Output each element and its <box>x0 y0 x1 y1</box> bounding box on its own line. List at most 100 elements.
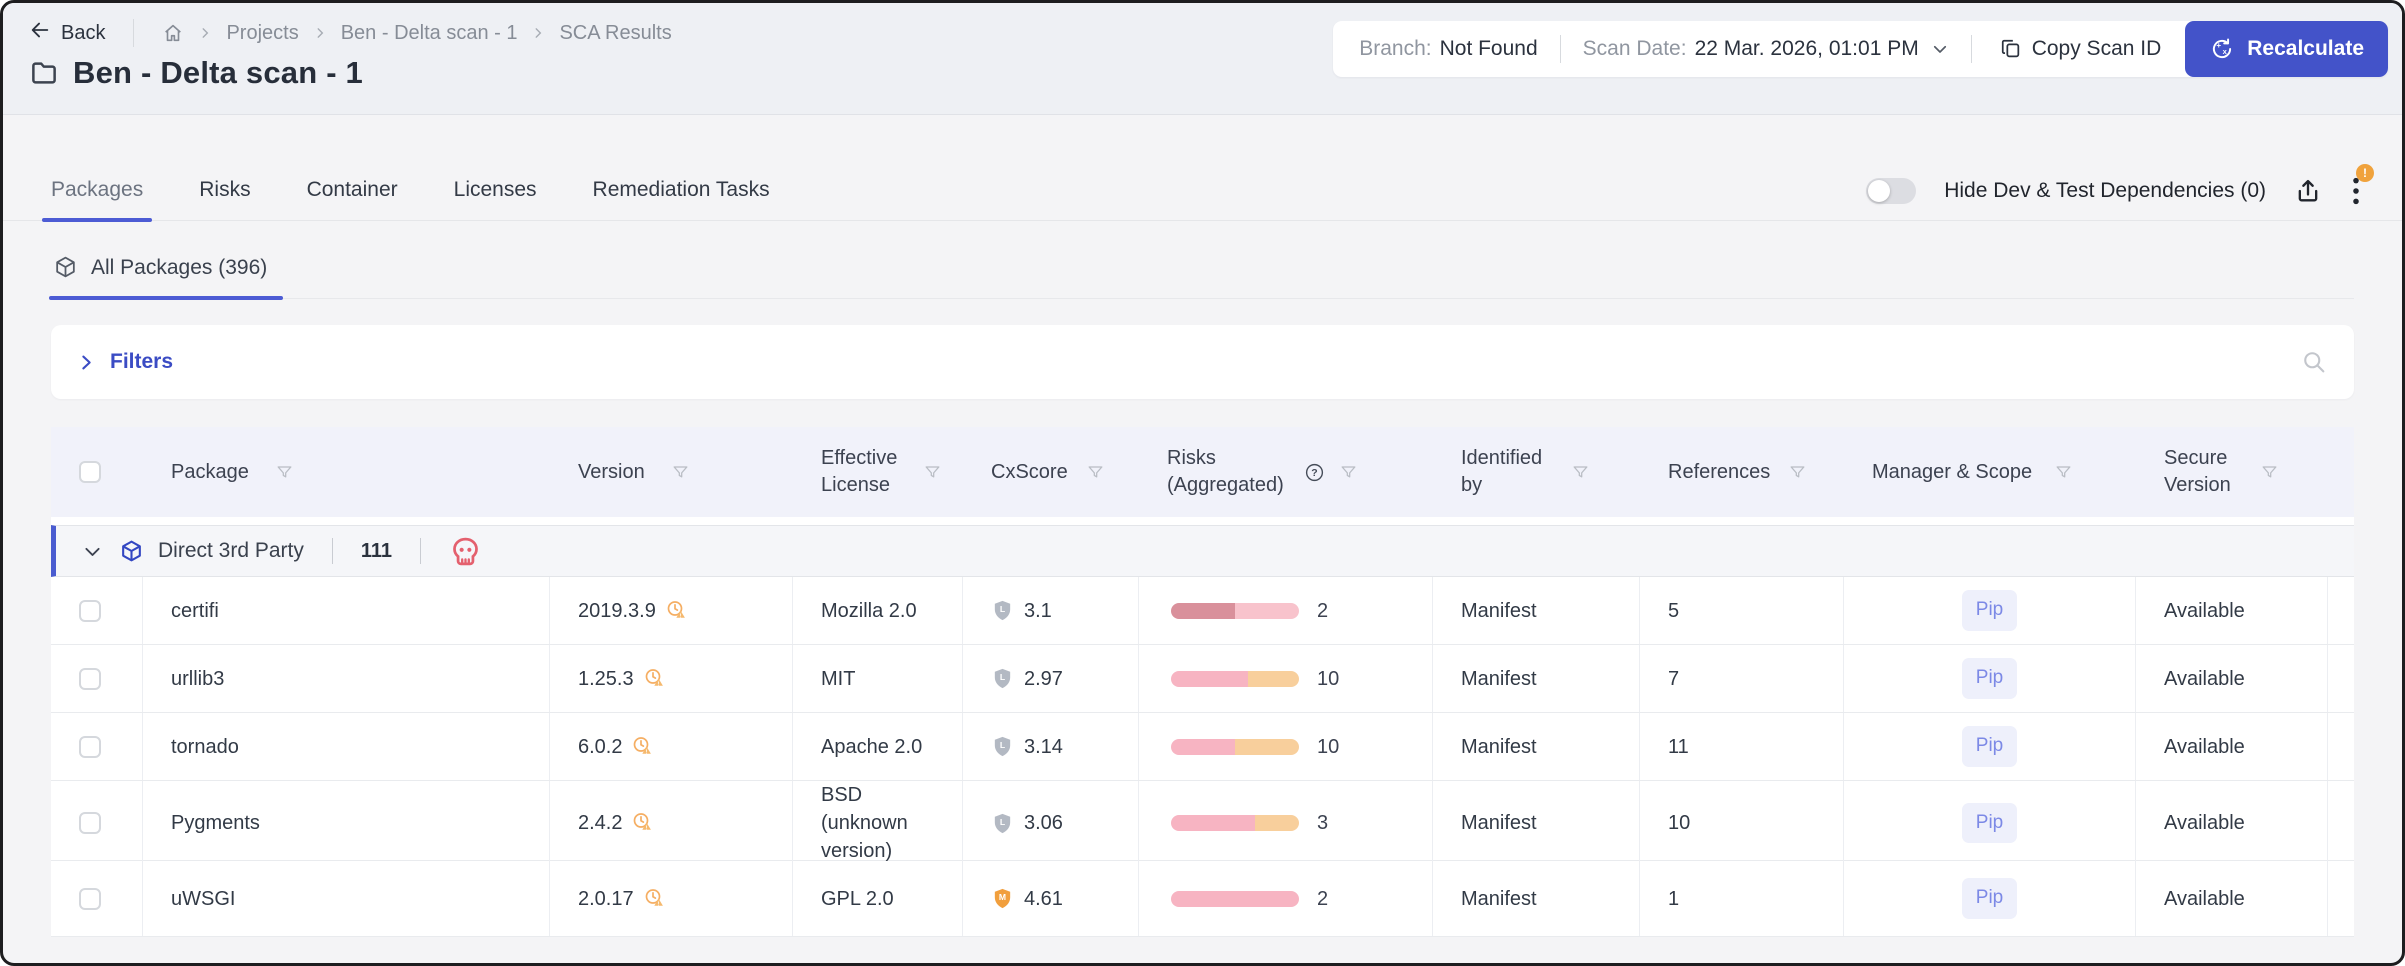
filter-funnel-icon[interactable] <box>1788 463 1807 482</box>
manager-chip[interactable]: Pip <box>1961 658 2018 699</box>
malicious-skull-icon <box>449 535 482 568</box>
top-header: Back Projects Ben - Delta scan - 1 SCA R… <box>3 3 2402 115</box>
risks-count: 10 <box>1317 667 1340 690</box>
outdated-version-icon: ! <box>643 667 667 691</box>
group-row-direct-3rd-party[interactable]: Direct 3rd Party 111 <box>51 525 2354 577</box>
filters-label: Filters <box>110 350 174 373</box>
row-checkbox[interactable] <box>79 667 101 690</box>
filters-card: Filters <box>51 325 2354 399</box>
manager-chip[interactable]: Pip <box>1961 590 2018 631</box>
package-version: 2.0.17 <box>578 887 634 910</box>
hide-dev-test-toggle[interactable] <box>1866 178 1917 204</box>
filter-funnel-icon[interactable] <box>923 463 942 482</box>
copy-scan-id-label: Copy Scan ID <box>2031 37 2162 60</box>
references-count: 10 <box>1640 781 1844 865</box>
filter-funnel-icon[interactable] <box>2260 463 2279 482</box>
effective-license: Mozilla 2.0 <box>793 577 963 644</box>
identified-by: Manifest <box>1433 577 1640 644</box>
tab-container[interactable]: Container <box>307 178 398 220</box>
secure-version: Available <box>2136 577 2328 644</box>
manager-chip[interactable]: Pip <box>1961 878 2018 919</box>
more-options-menu[interactable]: ! <box>2350 164 2374 206</box>
references-count: 1 <box>1640 861 1844 936</box>
col-manager-scope: Manager & Scope <box>1872 460 2033 483</box>
svg-text:!: ! <box>657 901 659 907</box>
row-checkbox[interactable] <box>79 812 101 834</box>
filter-funnel-icon[interactable] <box>1571 463 1590 482</box>
search-icon[interactable] <box>2300 348 2328 376</box>
divider <box>420 538 422 564</box>
recalculate-label: Recalculate <box>2247 37 2364 60</box>
outdated-version-icon: ! <box>631 811 655 835</box>
risks-count: 10 <box>1317 735 1340 758</box>
back-button[interactable]: Back <box>29 19 105 47</box>
divider <box>1559 35 1561 63</box>
cxscore-value: 3.06 <box>1024 812 1063 834</box>
row-checkbox[interactable] <box>79 599 101 622</box>
outdated-version-icon: ! <box>643 887 667 911</box>
recalculate-icon: + x <box>2209 36 2235 62</box>
table-row[interactable]: urllib3 1.25.3 ! MIT L 2.97 10 Manifest … <box>51 645 2354 713</box>
risks-count: 2 <box>1317 887 1329 910</box>
export-button[interactable] <box>2294 177 2322 205</box>
chevron-right-icon <box>77 353 96 372</box>
filter-funnel-icon[interactable] <box>1339 463 1358 482</box>
group-count: 111 <box>360 539 393 562</box>
table-row[interactable]: tornado 6.0.2 ! Apache 2.0 L 3.14 10 Man… <box>51 713 2354 781</box>
toggle-knob <box>1868 180 1891 202</box>
identified-by: Manifest <box>1433 713 1640 780</box>
page-title: Ben - Delta scan - 1 <box>73 55 363 90</box>
divider <box>1970 35 1972 63</box>
tab-licenses[interactable]: Licenses <box>454 178 537 220</box>
package-version: 2019.3.9 <box>578 599 656 622</box>
recalculate-button[interactable]: + x Recalculate <box>2185 21 2388 77</box>
svg-text:!: ! <box>680 613 682 619</box>
table-row[interactable]: certifi 2019.3.9 ! Mozilla 2.0 L 3.1 2 M… <box>51 577 2354 645</box>
branch-value: Not Found <box>1439 37 1538 60</box>
svg-text:L: L <box>1000 817 1005 827</box>
col-version: Version <box>578 460 645 483</box>
subtab-all-packages[interactable]: All Packages (396) <box>48 255 284 300</box>
svg-text:M: M <box>999 892 1006 902</box>
col-risks: Risks (Aggregated) <box>1167 447 1284 496</box>
manager-chip[interactable]: Pip <box>1961 802 2018 844</box>
help-icon[interactable]: ? <box>1304 462 1325 483</box>
select-all-checkbox[interactable] <box>79 461 101 483</box>
cxscore-value: 3.14 <box>1024 735 1063 758</box>
identified-by: Manifest <box>1433 861 1640 936</box>
row-checkbox[interactable] <box>79 887 101 910</box>
col-cxscore: CxScore <box>991 460 1068 483</box>
package-name: certifi <box>143 577 550 644</box>
home-icon[interactable] <box>162 22 184 44</box>
risks-count: 3 <box>1317 812 1329 834</box>
filter-funnel-icon[interactable] <box>671 463 690 482</box>
divider <box>331 538 333 564</box>
tab-risks[interactable]: Risks <box>199 178 250 220</box>
chevron-down-icon[interactable] <box>82 541 103 562</box>
tab-packages[interactable]: Packages <box>41 178 153 222</box>
package-version: 6.0.2 <box>578 735 623 758</box>
package-name: uWSGI <box>143 861 550 936</box>
filter-funnel-icon[interactable] <box>1086 463 1105 482</box>
cxscore-value: 2.97 <box>1024 667 1063 690</box>
tab-remediation-tasks[interactable]: Remediation Tasks <box>593 178 770 220</box>
col-package: Package <box>171 460 249 483</box>
breadcrumb-project-name[interactable]: Ben - Delta scan - 1 <box>341 22 518 45</box>
copy-scan-id-button[interactable]: Copy Scan ID <box>1976 37 2186 61</box>
filter-funnel-icon[interactable] <box>2054 463 2073 482</box>
svg-text:L: L <box>1000 672 1005 682</box>
scan-date-selector[interactable]: Scan Date: 22 Mar. 2026, 01:01 PM <box>1583 37 1949 61</box>
table-row[interactable]: uWSGI 2.0.17 ! GPL 2.0 M 4.61 2 Manifest… <box>51 861 2354 937</box>
row-checkbox[interactable] <box>79 735 101 758</box>
filter-funnel-icon[interactable] <box>275 463 294 482</box>
severity-shield-icon: L <box>991 599 1014 622</box>
filters-expander[interactable]: Filters <box>77 350 173 374</box>
severity-shield-icon: L <box>991 667 1014 690</box>
col-identified-by: Identified by <box>1461 447 1543 496</box>
secure-version: Available <box>2136 781 2328 865</box>
chevron-down-icon <box>1931 40 1949 58</box>
packages-table: Package Version Effective License CxScor… <box>51 427 2354 937</box>
breadcrumb-projects[interactable]: Projects <box>226 22 298 45</box>
table-row[interactable]: Pygments 2.4.2 ! BSD (unknown version) L… <box>51 781 2354 865</box>
manager-chip[interactable]: Pip <box>1961 726 2018 767</box>
